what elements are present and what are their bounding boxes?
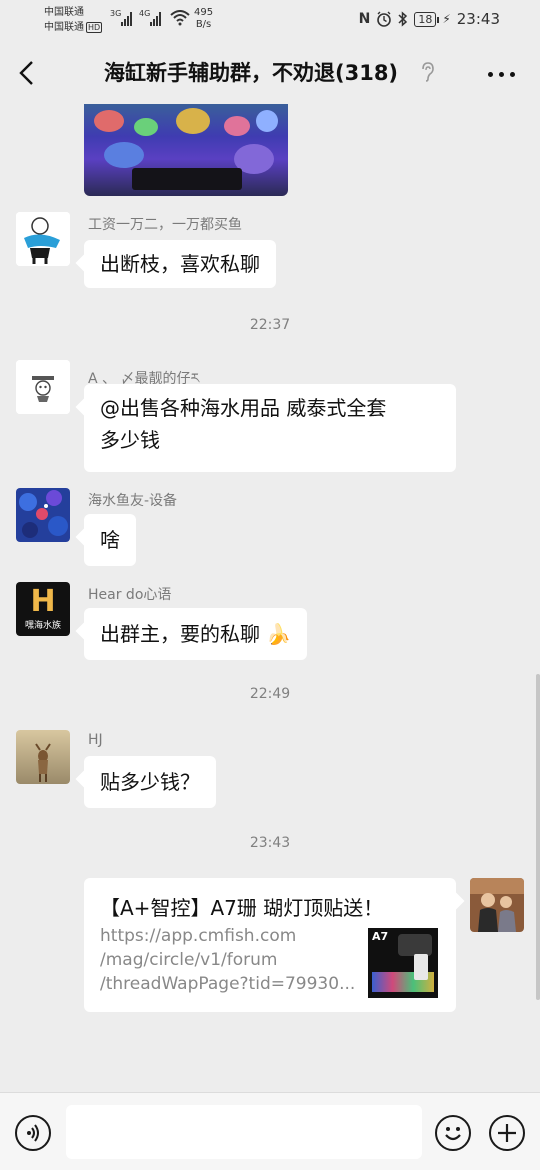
carrier-info: 中国联通 中国联通 HD: [44, 5, 103, 35]
message-bubble[interactable]: 出群主，要的私聊 🍌: [84, 608, 308, 660]
timestamp: 22:37: [249, 317, 291, 333]
back-arrow-icon[interactable]: [16, 60, 40, 86]
clock: 23:43: [456, 10, 500, 28]
message-text: 啥: [100, 528, 120, 552]
timestamp: 23:43: [249, 835, 291, 851]
net-speed-unit: B/s: [195, 19, 212, 30]
link-url-line: /threadWapPage?tid=79930...: [100, 974, 356, 994]
link-thumbnail-label: A7: [372, 930, 389, 943]
plus-icon[interactable]: [489, 1115, 525, 1151]
link-card[interactable]: 【A+智控】A7珊 瑚灯顶贴送！ https://app.cmfish.com …: [84, 878, 456, 1012]
timestamp: 22:49: [249, 686, 291, 702]
message-bubble[interactable]: 贴多少钱？: [84, 756, 216, 808]
message-bubble[interactable]: @出售各种海水用品 威泰式全套 多少钱: [84, 384, 456, 472]
net-speed-value: 495: [194, 7, 214, 18]
link-thumbnail: A7: [368, 928, 438, 998]
avatar[interactable]: H 嘿海水族: [16, 582, 70, 636]
net-type-1: 3G: [110, 9, 122, 18]
alarm-icon: [377, 11, 392, 27]
sender-name: 海水鱼友-设备: [88, 493, 178, 509]
message-text: 贴多少钱？: [100, 770, 200, 794]
carrier-2: 中国联通: [44, 22, 84, 33]
charging-icon: ⚡: [442, 12, 451, 26]
message-text: @出售各种海水用品 威泰式全套: [100, 396, 387, 420]
avatar[interactable]: [16, 360, 70, 414]
link-url-line: https://app.cmfish.com: [100, 926, 297, 946]
net-type-2: 4G: [139, 9, 151, 18]
my-avatar[interactable]: [470, 878, 524, 932]
net-speed: 495 B/s: [194, 7, 213, 31]
scrollbar[interactable]: [536, 674, 540, 1000]
message-text: 出群主，要的私聊: [100, 622, 260, 646]
banana-emoji-icon: 🍌: [266, 622, 292, 646]
message-text: 出断枝，喜欢私聊: [100, 252, 260, 276]
carrier-1: 中国联通: [44, 7, 84, 18]
emoji-icon[interactable]: [435, 1115, 471, 1151]
message-input[interactable]: [66, 1105, 422, 1159]
link-description: https://app.cmfish.com /mag/circle/v1/fo…: [100, 924, 360, 996]
hd-badge: HD: [86, 22, 103, 33]
nfc-icon: N: [358, 11, 371, 27]
image-message[interactable]: [84, 104, 288, 196]
chat-title: 海缸新手辅助群，不劝退(318): [104, 61, 399, 85]
status-right: N 18 ⚡ 23:43: [359, 10, 500, 28]
avatar[interactable]: [16, 212, 70, 266]
signal-icon: [121, 12, 135, 26]
bluetooth-icon: [398, 11, 408, 27]
message-list[interactable]: 工资一万二，一万都买鱼 出断枝，喜欢私聊 22:37 A 、 〆最靓的仔ར @出…: [0, 104, 540, 1092]
message-text: 多少钱: [100, 428, 160, 452]
avatar[interactable]: [16, 488, 70, 542]
sender-name: Hear do心语: [88, 587, 172, 603]
more-dots-icon[interactable]: [488, 72, 516, 78]
ear-icon: [422, 62, 434, 82]
sender-name: 工资一万二，一万都买鱼: [88, 217, 242, 233]
message-bubble[interactable]: 出断枝，喜欢私聊: [84, 240, 276, 288]
status-bar: 中国联通 中国联通 HD 3G 4G 495 B/s N 18 ⚡ 23:43: [0, 0, 540, 40]
signal-icon: [150, 12, 164, 26]
avatar-brand: 嘿海水族: [24, 621, 61, 631]
voice-icon[interactable]: [15, 1115, 51, 1151]
sender-name: HJ: [88, 732, 103, 748]
link-url-line: /mag/circle/v1/forum: [100, 950, 278, 970]
link-title: 【A+智控】A7珊 瑚灯顶贴送！: [100, 896, 384, 920]
wifi-icon: [170, 10, 190, 26]
chat-header: 海缸新手辅助群，不劝退(318): [0, 44, 540, 104]
battery-icon: 18: [414, 11, 440, 27]
avatar[interactable]: [16, 730, 70, 784]
input-bar: [0, 1092, 540, 1170]
avatar-logo-letter: H: [30, 584, 56, 619]
message-bubble[interactable]: 啥: [84, 514, 136, 566]
